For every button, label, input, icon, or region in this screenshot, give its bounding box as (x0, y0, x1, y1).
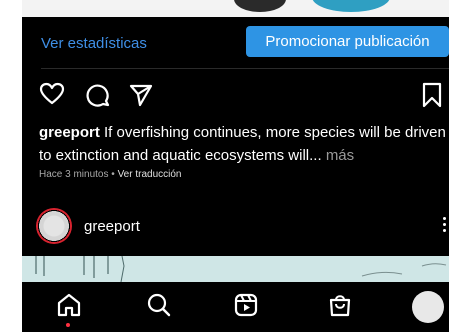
avatar[interactable] (36, 208, 72, 244)
promote-post-button[interactable]: Promocionar publicación (246, 26, 449, 57)
post-image-sketch (35, 256, 447, 282)
comment-icon[interactable] (85, 82, 111, 108)
meta-separator: • (111, 169, 115, 180)
post-actions (22, 78, 449, 112)
previous-post-image (22, 0, 449, 17)
divider (41, 68, 449, 69)
bottom-navigation (22, 282, 449, 332)
insights-bar: Ver estadísticas Promocionar publicación (22, 17, 449, 68)
notification-dot (66, 323, 70, 327)
post-image[interactable] (22, 256, 449, 282)
post-caption: greeport If overfishing continues, more … (39, 121, 447, 167)
next-post-header: greeport (22, 205, 449, 249)
instagram-feed: Ver estadísticas Promocionar publicación… (22, 0, 449, 332)
right-margin (449, 0, 471, 332)
bookmark-icon[interactable] (421, 82, 443, 108)
caption-more-link[interactable]: más (326, 147, 354, 164)
view-insights-link[interactable]: Ver estadísticas (41, 35, 147, 52)
post-meta: Hace 3 minutos • Ver traducción (39, 169, 182, 180)
see-translation-link[interactable]: Ver traducción (118, 169, 182, 180)
reels-icon[interactable] (233, 292, 259, 318)
profile-avatar[interactable] (412, 291, 444, 323)
heart-icon[interactable] (39, 82, 65, 106)
post-username[interactable]: greeport (84, 218, 140, 235)
post-timestamp: Hace 3 minutos (39, 169, 109, 180)
home-icon[interactable] (56, 292, 82, 318)
shop-icon[interactable] (327, 292, 353, 318)
left-margin (0, 0, 22, 332)
send-icon[interactable] (128, 82, 154, 108)
caption-username[interactable]: greeport (39, 124, 100, 141)
more-options-icon[interactable] (443, 217, 447, 235)
caption-text: If overfishing continues, more species w… (39, 124, 446, 164)
search-icon[interactable] (146, 292, 172, 318)
